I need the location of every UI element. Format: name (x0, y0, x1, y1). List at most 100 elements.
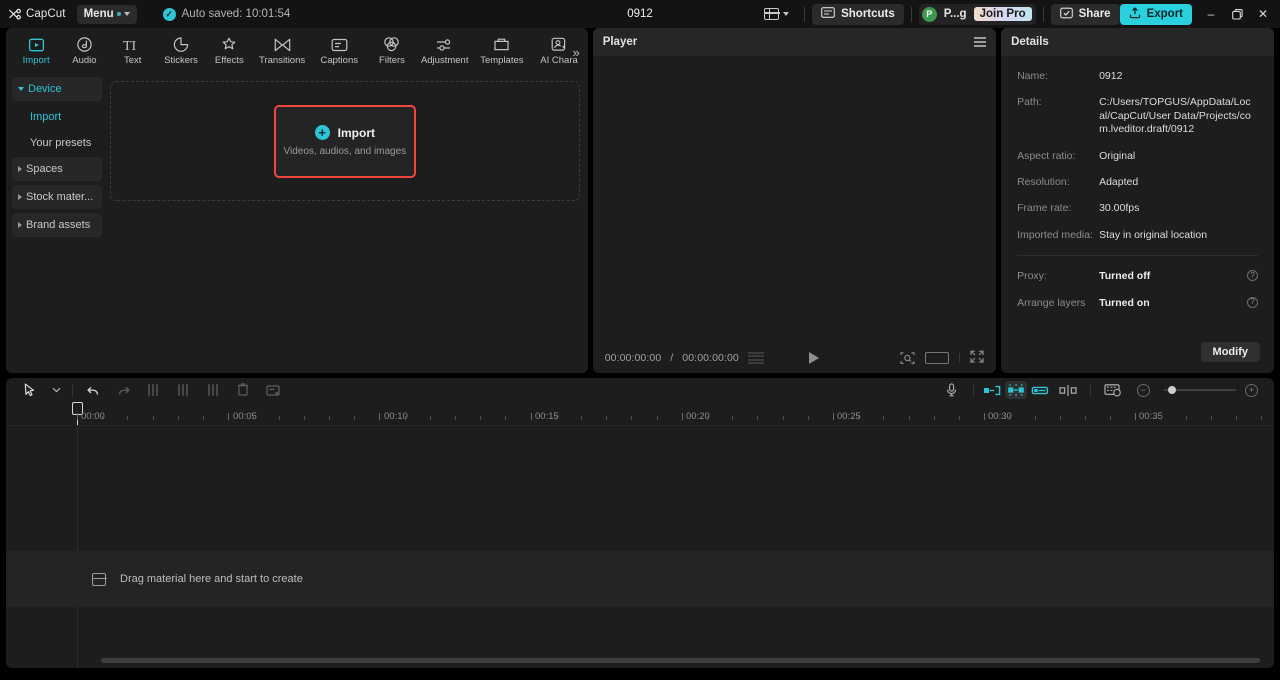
zoom-track[interactable] (1164, 385, 1236, 394)
details-body: Name: 0912 Path: C:/Users/TOPGUS/AppData… (1001, 56, 1274, 331)
app-logo: CapCut (0, 8, 66, 21)
crop-clip-icon[interactable] (258, 379, 288, 401)
library-tab-strip: Import Audio TI Text Stickers Effects Tr… (6, 28, 588, 73)
tab-templates[interactable]: Templates (473, 29, 530, 72)
layout-switcher-button[interactable] (756, 3, 797, 25)
detail-key: Resolution: (1017, 176, 1070, 189)
preview-thumbnail-icon[interactable] (1098, 379, 1128, 401)
auto-cut-in-icon[interactable] (981, 381, 1003, 399)
cursor-dropdown-icon[interactable] (45, 379, 67, 401)
timeline-tracks[interactable]: Drag material here and start to create (6, 426, 1274, 668)
sidebar-item-stock-materials[interactable]: Stock mater... (12, 185, 102, 209)
close-button[interactable]: ✕ (1250, 0, 1276, 28)
modify-button[interactable]: Modify (1200, 342, 1260, 362)
ruler-tick-minor (933, 416, 935, 420)
ruler-tick-minor (1160, 416, 1162, 420)
hamburger-icon[interactable] (974, 37, 987, 47)
sidebar-item-import[interactable]: Import (12, 105, 102, 129)
media-dropzone[interactable]: + Import Videos, audios, and images (110, 81, 580, 201)
tab-captions[interactable]: Captions (311, 29, 368, 72)
sidebar-item-your-presets[interactable]: Your presets (12, 131, 102, 155)
media-library-panel: Import Audio TI Text Stickers Effects Tr… (6, 28, 588, 373)
timeline-panel: − + 00:00 00:05 00:10 00:15 00:20 00:25 … (6, 378, 1274, 668)
join-pro-button[interactable]: Join Pro (973, 7, 1032, 21)
player-stage[interactable] (592, 56, 997, 343)
tab-filters[interactable]: Filters (368, 29, 416, 72)
redo-icon[interactable] (108, 379, 138, 401)
share-button[interactable]: Share (1050, 3, 1120, 25)
more-tabs-icon[interactable]: » (572, 45, 579, 60)
timeline-toolbar: − + (6, 378, 1274, 402)
import-button[interactable]: + Import Videos, audios, and images (273, 104, 416, 178)
horizontal-scrollbar[interactable] (101, 658, 1260, 663)
transitions-bowtie-icon (274, 35, 291, 52)
share-icon (1059, 7, 1073, 22)
zoom-in-icon[interactable]: + (1245, 383, 1258, 397)
detail-value: C:/Users/TOPGUS/AppData/Local/CapCut/Use… (1099, 96, 1251, 136)
select-cursor-icon[interactable] (15, 379, 45, 401)
trim-right-icon[interactable] (198, 379, 228, 401)
detail-value: Adapted (1099, 176, 1139, 189)
fullscreen-icon[interactable] (970, 350, 984, 366)
minimize-button[interactable]: – (1198, 0, 1224, 28)
zoom-slider[interactable] (1164, 385, 1236, 394)
zoom-out-icon[interactable]: − (1137, 383, 1150, 397)
detail-row-proxy[interactable]: Proxy: Turned off ? (1017, 270, 1258, 283)
timeline-ruler[interactable]: 00:00 00:05 00:10 00:15 00:20 00:25 00:3… (6, 402, 1274, 426)
sidebar-item-label: Stock mater... (26, 191, 94, 203)
menu-button[interactable]: Menu (76, 4, 137, 24)
ruler-tick-major (379, 413, 381, 420)
sidebar-item-device[interactable]: Device (12, 77, 102, 101)
tab-adjustment[interactable]: Adjustment (416, 29, 473, 72)
ruler-tick-minor (177, 416, 179, 420)
crop-focus-icon[interactable] (900, 351, 915, 365)
account-name: P...g (943, 8, 967, 20)
ruler-tick-minor (329, 416, 330, 420)
svg-text:TI: TI (123, 39, 137, 52)
split-icon[interactable] (138, 379, 168, 401)
ruler-tick-minor (253, 416, 255, 420)
auto-cut-out-icon[interactable] (1029, 381, 1051, 399)
tab-transitions[interactable]: Transitions (253, 29, 310, 72)
keyboard-icon (821, 7, 835, 21)
help-circle-icon[interactable]: ? (1247, 296, 1258, 308)
ruler-tick-minor (858, 416, 860, 420)
undo-icon[interactable] (78, 379, 108, 401)
plus-circle-icon: + (314, 125, 330, 140)
account-group[interactable]: P P...g Join Pro (918, 3, 1036, 25)
tab-audio[interactable]: Audio (60, 29, 108, 72)
detail-row-arrange-layers[interactable]: Arrange layers Turned on ? (1017, 296, 1258, 310)
aspect-ratio-icon[interactable] (925, 352, 950, 364)
ruler-tick-minor (732, 416, 734, 420)
menu-badge-dot (116, 12, 121, 16)
microphone-icon[interactable] (936, 379, 966, 401)
tab-import[interactable]: Import (12, 29, 60, 72)
sidebar-item-brand-assets[interactable]: Brand assets (12, 213, 102, 237)
detail-key: Imported media: (1017, 228, 1093, 241)
trim-left-icon[interactable] (168, 379, 198, 401)
ruler-tick-minor (1211, 416, 1212, 420)
shortcuts-button[interactable]: Shortcuts (812, 3, 904, 25)
tab-stickers[interactable]: Stickers (157, 29, 205, 72)
ruler-tick-minor (152, 416, 154, 420)
ruler-tick-major (77, 413, 78, 420)
tab-effects[interactable]: Effects (205, 29, 253, 72)
drop-material-row[interactable]: Drag material here and start to create (6, 551, 1274, 607)
export-button[interactable]: Export (1119, 3, 1192, 25)
detail-key: Name: (1017, 70, 1049, 82)
detail-row-frame-rate: Frame rate: 30.00fps (1017, 202, 1258, 215)
zoom-knob[interactable] (1168, 385, 1176, 394)
delete-icon[interactable] (228, 379, 258, 401)
help-circle-icon[interactable]: ? (1247, 270, 1258, 282)
maximize-button[interactable] (1224, 0, 1250, 28)
sidebar-item-label: Your presets (30, 137, 92, 149)
tab-text[interactable]: TI Text (109, 29, 157, 72)
sticker-icon (173, 35, 189, 52)
keyframe-mark-icon[interactable] (1053, 379, 1083, 401)
ruler-tick-minor (1059, 416, 1061, 420)
play-icon[interactable] (808, 352, 819, 364)
lines-icon[interactable] (747, 351, 764, 365)
tab-label: Audio (72, 55, 97, 66)
sidebar-item-spaces[interactable]: Spaces (12, 157, 102, 181)
auto-cut-all-icon[interactable] (1005, 381, 1027, 399)
